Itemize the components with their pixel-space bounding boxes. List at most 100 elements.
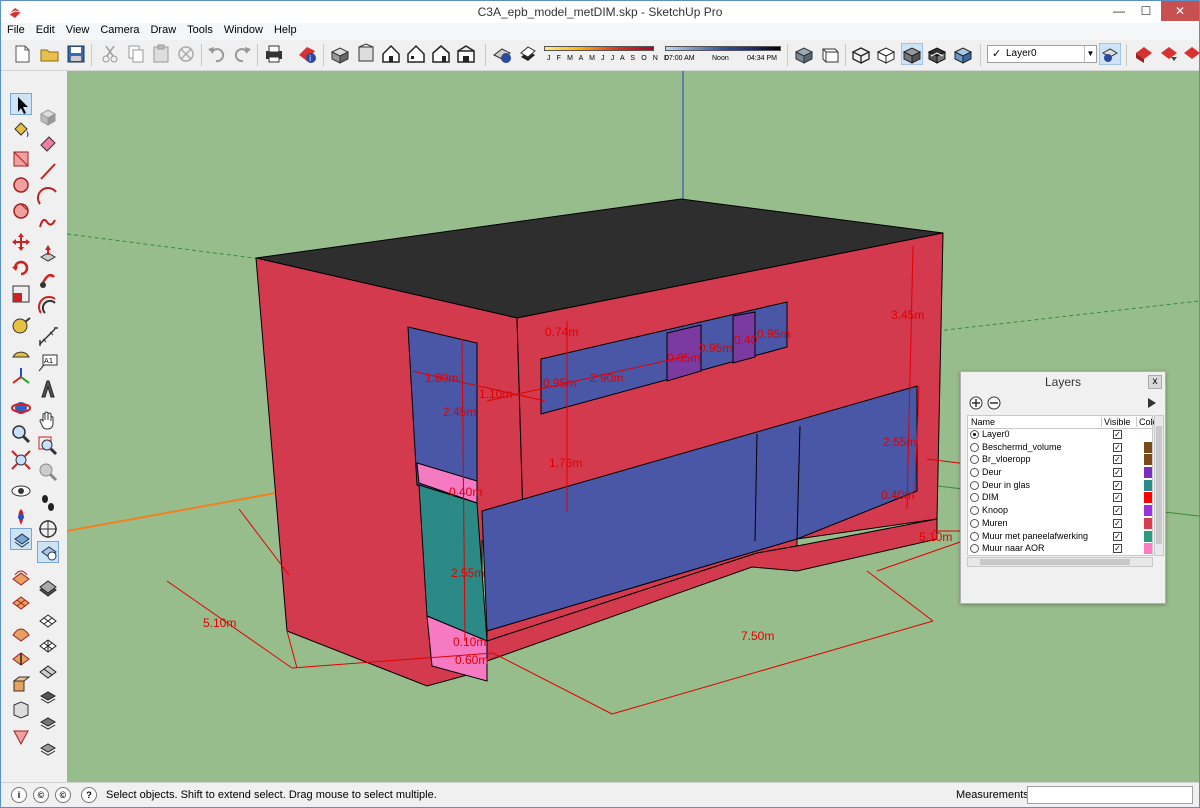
menu-edit[interactable]: Edit — [30, 23, 60, 36]
zoom-tool-icon[interactable] — [10, 423, 32, 445]
menu-camera[interactable]: Camera — [94, 23, 144, 36]
layer-color-swatch[interactable] — [1144, 467, 1152, 479]
layer-name[interactable]: DIM — [982, 492, 999, 502]
previous-view-icon[interactable] — [37, 461, 59, 483]
eraser-icon[interactable] — [37, 131, 59, 153]
active-layer-radio[interactable] — [970, 506, 979, 516]
smoove-tool-icon[interactable] — [10, 621, 32, 643]
layers-details-icon[interactable] — [1145, 396, 1159, 410]
axes-tool-icon[interactable] — [10, 366, 32, 388]
layer-name[interactable]: Muren — [982, 518, 1008, 528]
zoom-window-icon[interactable] — [37, 435, 59, 457]
menu-window[interactable]: Window — [218, 23, 268, 36]
print-icon[interactable] — [263, 43, 285, 65]
select-tool-icon[interactable] — [10, 93, 32, 115]
undo-icon[interactable] — [206, 43, 228, 65]
close-button[interactable]: ✕ — [1161, 1, 1199, 21]
active-layer-radio[interactable] — [970, 544, 979, 554]
move-tool-icon[interactable] — [10, 231, 32, 253]
wireframe-icon[interactable] — [850, 43, 872, 65]
time-slider[interactable]: 07:00 AM Noon 04:34 PM — [665, 43, 781, 69]
layer-row[interactable]: Br_vloeropp ✓ — [968, 454, 1152, 467]
license-icon[interactable]: © — [55, 787, 71, 803]
layer-manager-icon[interactable] — [1099, 43, 1121, 65]
visible-checkbox[interactable]: ✓ — [1113, 442, 1122, 452]
components-tool-icon[interactable] — [37, 541, 59, 563]
layer-name[interactable]: Deur in glas — [982, 480, 1030, 490]
layer-row[interactable]: Muren ✓ — [968, 517, 1152, 531]
layer-color-swatch[interactable] — [1144, 441, 1152, 453]
drape-tool-icon[interactable] — [37, 609, 59, 631]
shaded-icon[interactable] — [901, 43, 923, 65]
visible-checkbox[interactable]: ✓ — [1113, 544, 1122, 554]
intersect-icon[interactable] — [10, 699, 32, 721]
maximize-button[interactable]: ☐ — [1132, 1, 1160, 21]
active-layer-radio[interactable] — [970, 518, 979, 528]
erase-icon[interactable] — [175, 43, 197, 65]
layer-name[interactable]: Deur — [982, 467, 1002, 477]
trim-icon[interactable] — [37, 738, 59, 760]
add-detail-icon[interactable] — [37, 634, 59, 656]
active-layer-radio[interactable] — [970, 455, 979, 465]
layer-select[interactable]: ✓ Layer0 ▼ — [987, 45, 1097, 63]
iso-view-icon[interactable] — [329, 43, 351, 65]
display-shadows-icon[interactable] — [517, 43, 539, 65]
sandbox-from-contours-icon[interactable] — [10, 565, 32, 587]
tape-measure-icon[interactable] — [10, 314, 32, 336]
save-icon[interactable] — [65, 43, 87, 65]
layer-name[interactable]: Br_vloeropp — [982, 454, 1031, 464]
layer-name[interactable]: Layer0 — [982, 429, 1010, 439]
col-visible-header[interactable]: Visible — [1101, 417, 1130, 427]
model-info-icon[interactable]: i — [296, 43, 318, 65]
copy-icon[interactable] — [125, 43, 147, 65]
follow-me-icon[interactable] — [37, 269, 59, 291]
visible-checkbox[interactable]: ✓ — [1113, 493, 1122, 503]
monochrome-icon[interactable] — [952, 43, 974, 65]
back-edges-icon[interactable] — [819, 43, 841, 65]
layers-panel-close-button[interactable]: x — [1148, 375, 1162, 389]
top-view-icon[interactable] — [355, 43, 377, 65]
circle-tool-icon[interactable] — [10, 174, 32, 196]
dimension-tool-icon[interactable] — [37, 326, 59, 348]
flip-edge-icon[interactable] — [10, 647, 32, 669]
text-tool-icon[interactable]: A1 — [37, 352, 59, 374]
chevron-down-icon[interactable]: ▼ — [1084, 46, 1096, 62]
rotate-tool-icon[interactable] — [10, 257, 32, 279]
layer-color-swatch[interactable] — [1144, 492, 1152, 504]
offset-tool-icon[interactable] — [37, 295, 59, 317]
visible-checkbox[interactable]: ✓ — [1113, 518, 1122, 528]
sandbox-grid-icon[interactable] — [37, 660, 59, 682]
walk-tool-icon[interactable] — [37, 492, 59, 514]
outer-shell-icon[interactable] — [37, 686, 59, 708]
menu-draw[interactable]: Draw — [144, 23, 181, 36]
menu-file[interactable]: File — [1, 23, 30, 36]
redo-icon[interactable] — [231, 43, 253, 65]
layers-vertical-scrollbar[interactable] — [1154, 415, 1164, 556]
rectangle-icon[interactable] — [10, 148, 32, 170]
layer-row[interactable]: Layer0 ✓ — [968, 429, 1152, 442]
photo-match-icon[interactable] — [10, 673, 32, 695]
position-camera-icon[interactable] — [10, 480, 32, 502]
back-view-icon[interactable] — [430, 43, 452, 65]
line-tool-icon[interactable] — [37, 160, 59, 182]
left-view-icon[interactable] — [455, 43, 477, 65]
layer-row[interactable]: Muur naar AOR ✓ — [968, 543, 1152, 555]
layer-row[interactable]: DIM ✓ — [968, 492, 1152, 505]
pan-tool-icon[interactable] — [37, 409, 59, 431]
visible-checkbox[interactable]: ✓ — [1113, 455, 1122, 465]
shadow-settings-icon[interactable] — [491, 43, 513, 65]
layer-name[interactable]: Beschermd_volume — [982, 442, 1062, 452]
active-layer-radio[interactable] — [970, 430, 979, 439]
layer-name[interactable]: Muur naar AOR — [982, 543, 1045, 553]
layer-color-swatch[interactable] — [1144, 530, 1152, 542]
front-view-icon[interactable] — [380, 43, 402, 65]
share-component-icon[interactable] — [1181, 43, 1200, 65]
active-layer-radio[interactable] — [970, 468, 979, 478]
active-layer-radio[interactable] — [970, 480, 979, 490]
xray-icon[interactable] — [793, 43, 815, 65]
polygon-tool-icon[interactable] — [10, 200, 32, 222]
menu-tools[interactable]: Tools — [181, 23, 218, 36]
union-icon[interactable] — [37, 712, 59, 734]
layer-color-swatch[interactable] — [1144, 517, 1152, 529]
add-layer-icon[interactable] — [969, 396, 983, 410]
